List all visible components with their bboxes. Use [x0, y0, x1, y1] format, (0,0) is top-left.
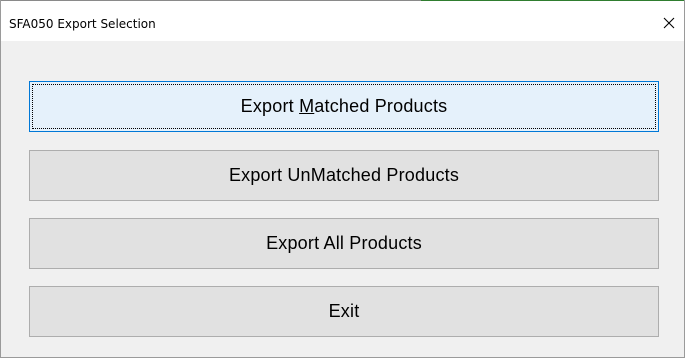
- export-selection-dialog: SFA050 Export Selection Export Matched P…: [0, 0, 685, 358]
- export-matched-mnemonic: M: [299, 96, 315, 116]
- export-all-products-label: Export All Products: [266, 233, 422, 253]
- close-button[interactable]: [654, 6, 684, 40]
- title-bar-accent: [1, 0, 421, 1]
- title-bar[interactable]: SFA050 Export Selection: [1, 0, 684, 41]
- close-icon: [663, 17, 675, 29]
- exit-button[interactable]: Exit: [29, 286, 659, 337]
- export-matched-products-label: Export Matched Products: [241, 96, 448, 117]
- export-matched-prefix: Export: [240, 96, 300, 116]
- export-all-products-button[interactable]: Export All Products: [29, 218, 659, 269]
- export-matched-products-button[interactable]: Export Matched Products: [29, 81, 659, 132]
- export-unmatched-products-label: Export UnMatched Products: [228, 165, 460, 185]
- window-title: SFA050 Export Selection: [9, 17, 156, 31]
- export-unmatched-products-button[interactable]: Export UnMatched Products: [29, 150, 659, 201]
- export-matched-suffix: atched Products: [314, 96, 448, 116]
- exit-label: Exit: [328, 301, 360, 321]
